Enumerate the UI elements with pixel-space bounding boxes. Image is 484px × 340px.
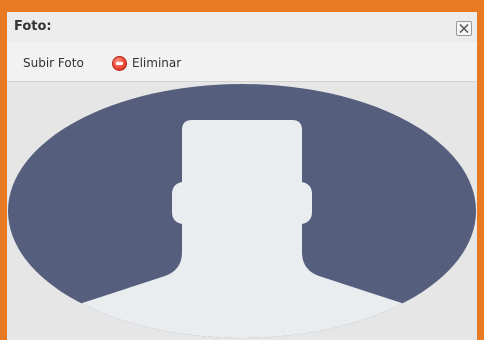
photo-placeholder bbox=[8, 84, 476, 338]
upload-photo-button[interactable]: Subir Foto bbox=[23, 56, 84, 70]
dialog-frame: Foto: Subir Foto Eliminar bbox=[0, 0, 484, 340]
dialog-titlebar: Foto: bbox=[7, 12, 477, 42]
close-icon bbox=[459, 24, 469, 33]
photo-dialog: Foto: Subir Foto Eliminar bbox=[7, 12, 477, 340]
photo-preview bbox=[7, 82, 477, 340]
close-button[interactable] bbox=[456, 21, 472, 36]
dialog-title: Foto: bbox=[14, 19, 52, 34]
delete-label: Eliminar bbox=[132, 56, 182, 70]
delete-icon bbox=[112, 56, 127, 71]
photo-toolbar: Subir Foto Eliminar bbox=[7, 42, 477, 82]
